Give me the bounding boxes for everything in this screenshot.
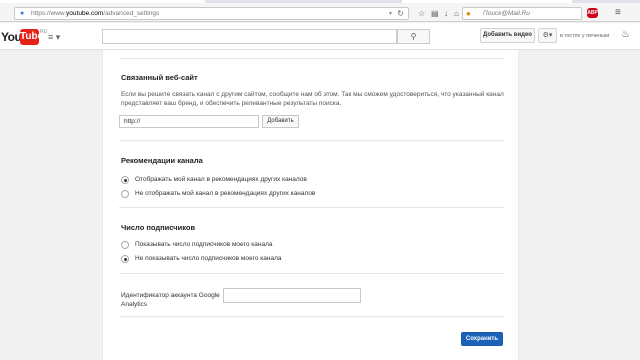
divider — [119, 140, 504, 141]
bookmarks-icon[interactable]: ▤ — [431, 9, 439, 18]
analytics-label: Идентификатор аккаунта Google Analytics — [121, 292, 220, 308]
search-button[interactable]: ⚲ — [397, 29, 430, 44]
tab-strip — [0, 0, 640, 3]
add-website-button[interactable]: Добавить — [262, 115, 299, 128]
address-bar[interactable]: ● https://www.youtube.com/advanced_setti… — [14, 7, 409, 20]
star-icon[interactable]: ☆ — [418, 9, 425, 18]
lock-icon: ● — [20, 10, 25, 17]
browser-tab[interactable] — [402, 0, 572, 3]
settings-button[interactable]: ⚙▾ — [538, 28, 557, 43]
menu-icon[interactable]: ≡ — [615, 7, 621, 18]
save-button[interactable]: Сохранить — [461, 332, 503, 346]
active-tab[interactable] — [0, 0, 205, 3]
radio-button[interactable] — [121, 190, 129, 198]
bell-icon[interactable]: ♨ — [621, 29, 630, 40]
recommendations-section-title: Рекомендации канала — [121, 156, 203, 165]
radio-button[interactable] — [121, 176, 129, 184]
guest-label[interactable]: в гостях у печеньки — [560, 33, 609, 39]
adblock-icon[interactable]: ABP — [587, 8, 598, 18]
browser-toolbar: ● https://www.youtube.com/advanced_setti… — [0, 0, 640, 22]
analytics-id-field[interactable] — [223, 288, 361, 303]
divider — [119, 58, 504, 59]
home-icon[interactable]: ⌂ — [454, 9, 459, 18]
download-icon[interactable]: ↓ — [444, 9, 448, 18]
search-input[interactable] — [102, 29, 397, 44]
search-placeholder: Поиск@Mail.Ru — [483, 10, 530, 17]
divider — [119, 273, 504, 274]
radio-button[interactable] — [121, 255, 129, 263]
subscribers-section-title: Число подписчиков — [121, 223, 196, 232]
reload-icon[interactable]: ↻ — [397, 9, 404, 18]
website-description: Если вы решите связать канал с другим са… — [121, 91, 504, 107]
mailru-icon: ● — [466, 9, 471, 18]
upload-button[interactable]: Добавить видео — [480, 28, 535, 43]
website-url-field[interactable]: http:// — [119, 115, 259, 128]
search-icon: ⚲ — [410, 32, 417, 41]
website-section-title: Связанный веб-сайт — [121, 73, 198, 82]
divider — [119, 316, 504, 317]
guide-menu-icon[interactable]: ≡ ▾ — [48, 32, 60, 43]
gear-icon: ⚙▾ — [542, 32, 553, 39]
divider — [119, 207, 504, 208]
address-url: https://www.youtube.com/advanced_setting… — [31, 10, 160, 17]
youtube-header: You Tube RU ≡ ▾ ⚲ Добавить видео ⚙▾ в го… — [0, 23, 640, 50]
radio-button[interactable] — [121, 241, 129, 249]
advanced-settings-panel: Связанный веб-сайт Если вы решите связат… — [102, 50, 519, 360]
dropdown-arrow-icon[interactable]: ▾ — [389, 10, 392, 17]
browser-search-field[interactable]: ● Поиск@Mail.Ru — [462, 7, 582, 20]
